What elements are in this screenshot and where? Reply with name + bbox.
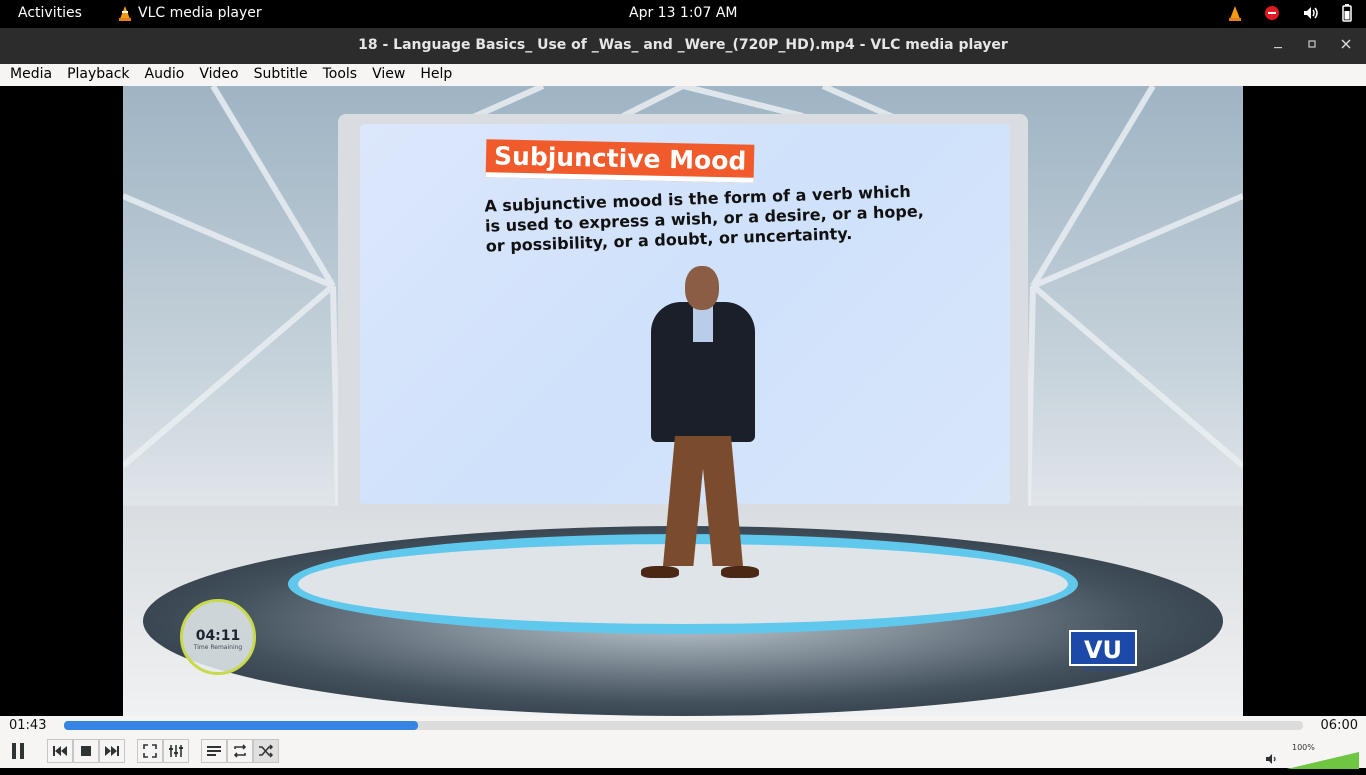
video-area[interactable]: Subjunctive Mood A subjunctive mood is t… bbox=[0, 86, 1366, 716]
stop-icon bbox=[81, 746, 91, 756]
volume-icon[interactable] bbox=[1265, 750, 1279, 769]
extended-settings-button[interactable] bbox=[163, 739, 189, 763]
pause-button[interactable] bbox=[5, 739, 31, 763]
battery-icon[interactable] bbox=[1342, 4, 1352, 26]
volume-slider[interactable] bbox=[1287, 747, 1359, 775]
loop-icon bbox=[233, 744, 247, 758]
loop-button[interactable] bbox=[227, 739, 253, 763]
playlist-button[interactable] bbox=[201, 739, 227, 763]
window-title-bar[interactable]: 18 - Language Basics_ Use of _Was_ and _… bbox=[0, 28, 1366, 64]
menu-subtitle[interactable]: Subtitle bbox=[249, 64, 313, 86]
menu-video[interactable]: Video bbox=[194, 64, 243, 86]
equalizer-icon bbox=[169, 745, 183, 757]
shuffle-button[interactable] bbox=[253, 739, 279, 763]
slide-heading: Subjunctive Mood bbox=[485, 139, 755, 183]
skip-back-icon bbox=[53, 746, 67, 756]
maximize-icon[interactable] bbox=[1304, 36, 1320, 52]
presenter bbox=[641, 266, 763, 596]
window-title: 18 - Language Basics_ Use of _Was_ and _… bbox=[358, 37, 1008, 53]
menu-playback[interactable]: Playback bbox=[62, 64, 134, 86]
system-top-bar: Activities VLC media player Apr 13 1:07 … bbox=[0, 0, 1366, 28]
total-time[interactable]: 06:00 bbox=[1321, 718, 1358, 733]
vlc-tray-icon[interactable] bbox=[1228, 5, 1242, 25]
timer-label: Time Remaining bbox=[193, 644, 243, 651]
volume-tray-icon[interactable] bbox=[1302, 5, 1320, 25]
menu-audio[interactable]: Audio bbox=[140, 64, 190, 86]
next-button[interactable] bbox=[99, 739, 125, 763]
playback-controls: 01:43 06:00 100% bbox=[0, 716, 1366, 769]
vu-logo: VU bbox=[1069, 630, 1137, 666]
timer-value: 04:11 bbox=[195, 628, 241, 644]
fullscreen-icon bbox=[143, 744, 157, 758]
menu-help[interactable]: Help bbox=[415, 64, 457, 86]
close-icon[interactable] bbox=[1338, 36, 1354, 52]
vlc-cone-icon bbox=[118, 5, 132, 21]
pause-icon bbox=[12, 743, 24, 759]
playlist-icon bbox=[207, 746, 221, 756]
menu-tools[interactable]: Tools bbox=[318, 64, 363, 86]
elapsed-time[interactable]: 01:43 bbox=[9, 718, 46, 733]
skip-forward-icon bbox=[105, 746, 119, 756]
activities-button[interactable]: Activities bbox=[18, 5, 82, 21]
do-not-disturb-icon[interactable] bbox=[1264, 5, 1280, 25]
system-tray[interactable] bbox=[1228, 4, 1352, 26]
app-menu[interactable]: VLC media player bbox=[118, 5, 262, 21]
fullscreen-button[interactable] bbox=[137, 739, 163, 763]
app-name: VLC media player bbox=[138, 5, 262, 21]
seek-bar-fill bbox=[64, 721, 419, 730]
menu-bar: Media Playback Audio Video Subtitle Tool… bbox=[0, 64, 1366, 86]
seek-bar[interactable] bbox=[64, 721, 1303, 730]
stop-button[interactable] bbox=[73, 739, 99, 763]
shuffle-icon bbox=[259, 744, 274, 758]
video-frame[interactable]: Subjunctive Mood A subjunctive mood is t… bbox=[123, 86, 1243, 716]
countdown-timer: 04:11 Time Remaining bbox=[180, 599, 256, 675]
clock[interactable]: Apr 13 1:07 AM bbox=[629, 5, 737, 21]
vu-logo-subtitle: Virtual University bbox=[1083, 666, 1135, 673]
minimize-icon[interactable] bbox=[1270, 36, 1286, 52]
menu-media[interactable]: Media bbox=[5, 64, 57, 86]
previous-button[interactable] bbox=[47, 739, 73, 763]
menu-view[interactable]: View bbox=[367, 64, 410, 86]
